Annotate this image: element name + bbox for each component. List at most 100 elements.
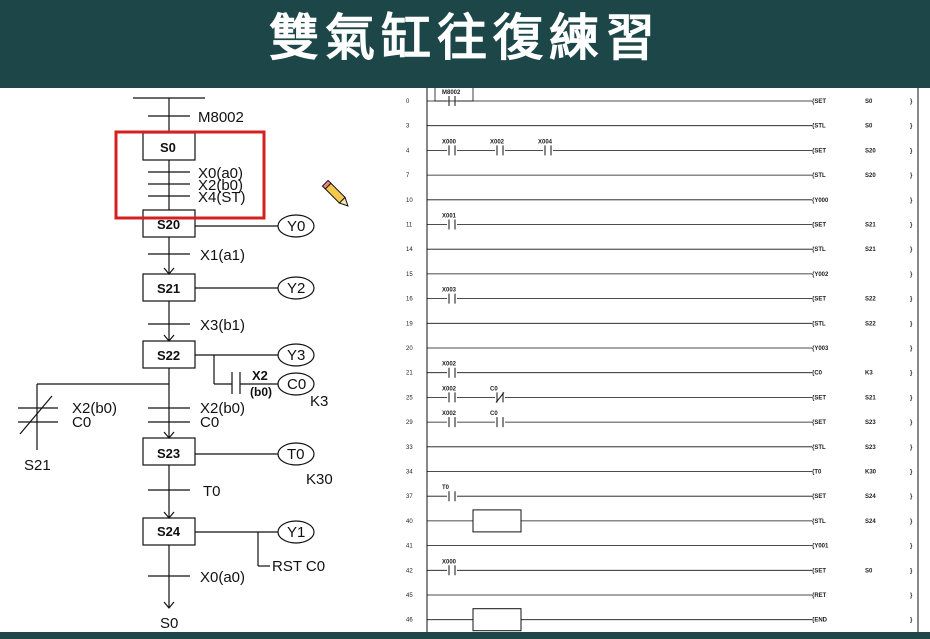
instruction-bracket: } xyxy=(910,445,913,451)
step-s23: S23 xyxy=(157,446,180,461)
rung-number: 37 xyxy=(406,494,413,500)
instruction-bracket: } xyxy=(910,420,913,426)
bottom-border xyxy=(0,632,930,639)
rung-number: 46 xyxy=(406,618,413,624)
counter-value: K3 xyxy=(310,393,328,410)
ladder-rung: 3 {STL S0} xyxy=(406,124,913,130)
rung-number: 45 xyxy=(406,593,413,599)
output-y2: Y2 xyxy=(287,280,305,297)
instruction-label: {STL xyxy=(812,247,826,253)
instruction-label: {T0 xyxy=(812,470,822,476)
instruction-label: {SET xyxy=(812,395,826,401)
instruction-arg: S22 xyxy=(865,321,876,327)
instruction-label: {SET xyxy=(812,420,826,426)
contact-label: X004 xyxy=(538,139,553,145)
contact-label: X002 xyxy=(442,411,457,417)
title-bar: 雙氣缸往復練習 xyxy=(0,0,930,88)
rung-number: 3 xyxy=(406,124,410,130)
step-s0: S0 xyxy=(160,140,176,155)
instruction-label: {C0 xyxy=(812,371,823,377)
rung-number: 34 xyxy=(406,470,413,476)
instruction-label: {Y000 xyxy=(812,198,829,204)
ladder-rung: 15 {Y002} xyxy=(406,272,913,278)
rung-number: 20 xyxy=(406,346,413,352)
branch-condition-c0: C0 xyxy=(72,414,91,431)
rung-number: 25 xyxy=(406,395,413,401)
ladder-rung: 0 M8002 {SET S0} xyxy=(406,90,913,106)
instruction-bracket: } xyxy=(910,198,913,204)
instruction-label: {END xyxy=(812,618,828,624)
instruction-label: {Y002 xyxy=(812,272,829,278)
output-y1: Y1 xyxy=(287,524,305,541)
instruction-bracket: } xyxy=(910,593,913,599)
instruction-label: {STL xyxy=(812,321,826,327)
contact-label: T0 xyxy=(442,485,450,491)
ladder-rung: 25 X002 C0 {SET S21} xyxy=(406,386,913,403)
instruction-arg: S20 xyxy=(865,173,876,179)
instruction-bracket: } xyxy=(910,247,913,253)
rung-number: 33 xyxy=(406,445,413,451)
rung-number: 14 xyxy=(406,247,413,253)
contact-label: X001 xyxy=(442,214,457,220)
instruction-arg: S23 xyxy=(865,445,876,451)
contact-label: M8002 xyxy=(442,90,461,96)
rung-number: 7 xyxy=(406,173,410,179)
step-s24: S24 xyxy=(157,524,181,539)
page-title: 雙氣缸往復練習 xyxy=(269,9,661,67)
ladder-rung: 16 X003 {SET S22} xyxy=(406,288,913,304)
ladder-rung: 19 {STL S22} xyxy=(406,321,913,327)
contact-symbol xyxy=(495,392,505,403)
contact-label: X002 xyxy=(442,386,457,392)
end-jump-s0: S0 xyxy=(160,615,178,632)
ladder-rung: 34 {T0 K30} xyxy=(406,470,913,476)
ladder-rung: 29 X002 C0 {SET S23} xyxy=(406,411,913,428)
pencil-cursor-icon xyxy=(321,179,349,207)
ladder-diagram: 0 M8002 {SET S0} 3 {STL S0} 4 X000 X002 X004 {SET S2… xyxy=(406,88,919,632)
instruction-label: {STL xyxy=(812,173,826,179)
transition-c0: C0 xyxy=(200,414,219,431)
instruction-arg: S21 xyxy=(865,223,876,229)
rung-number: 40 xyxy=(406,519,413,525)
instruction-arg: S0 xyxy=(865,568,873,574)
instruction-arg: S21 xyxy=(865,395,876,401)
step-s22: S22 xyxy=(157,348,180,363)
rung-number: 11 xyxy=(406,223,413,229)
contact-symbol xyxy=(495,145,505,156)
ladder-rung: 45 {RET} xyxy=(406,593,913,599)
ladder-rung: 33 {STL S23} xyxy=(406,445,913,451)
instruction-label: {STL xyxy=(812,445,826,451)
instruction-bracket: } xyxy=(910,568,913,574)
contact-symbol xyxy=(447,417,457,428)
placeholder-box xyxy=(472,608,522,632)
instruction-arg: K30 xyxy=(865,470,877,476)
instruction-label: {SET xyxy=(812,148,826,154)
instruction-bracket: } xyxy=(910,494,913,500)
instruction-bracket: } xyxy=(910,346,913,352)
instruction-label: {SET xyxy=(812,99,826,105)
output-t0: T0 xyxy=(287,446,305,463)
output-y3: Y3 xyxy=(287,347,305,364)
instruction-arg: S0 xyxy=(865,99,873,105)
instruction-arg: S22 xyxy=(865,297,876,303)
contact-symbol xyxy=(447,491,457,502)
instruction-label: {Y001 xyxy=(812,544,829,550)
rung-number: 19 xyxy=(406,321,413,327)
ladder-rung: 11 X001 {SET S21} xyxy=(406,214,913,230)
ladder-rung: 7 {STL S20} xyxy=(406,173,913,179)
instruction-bracket: } xyxy=(910,148,913,154)
instruction-bracket: } xyxy=(910,371,913,377)
sfc-diagram: M8002 S0 X0(a0) X2 (b0) X4(ST) S20 Y0 X1(… xyxy=(18,97,349,632)
instruction-bracket: } xyxy=(910,99,913,105)
instruction-label: {STL xyxy=(812,124,826,130)
ladder-rung: 41 {Y001} xyxy=(406,544,913,550)
rung-number: 29 xyxy=(406,420,413,426)
instruction-bracket: } xyxy=(910,124,913,130)
contact-symbol xyxy=(447,219,457,230)
placeholder-box xyxy=(472,509,522,533)
instruction-bracket: } xyxy=(910,297,913,303)
rung-number: 15 xyxy=(406,272,413,278)
ladder-rung: 21 X002 {C0 K3} xyxy=(406,362,913,378)
contact-symbol xyxy=(447,145,457,156)
rung-number: 0 xyxy=(406,99,410,105)
instruction-label: {Y003 xyxy=(812,346,829,352)
